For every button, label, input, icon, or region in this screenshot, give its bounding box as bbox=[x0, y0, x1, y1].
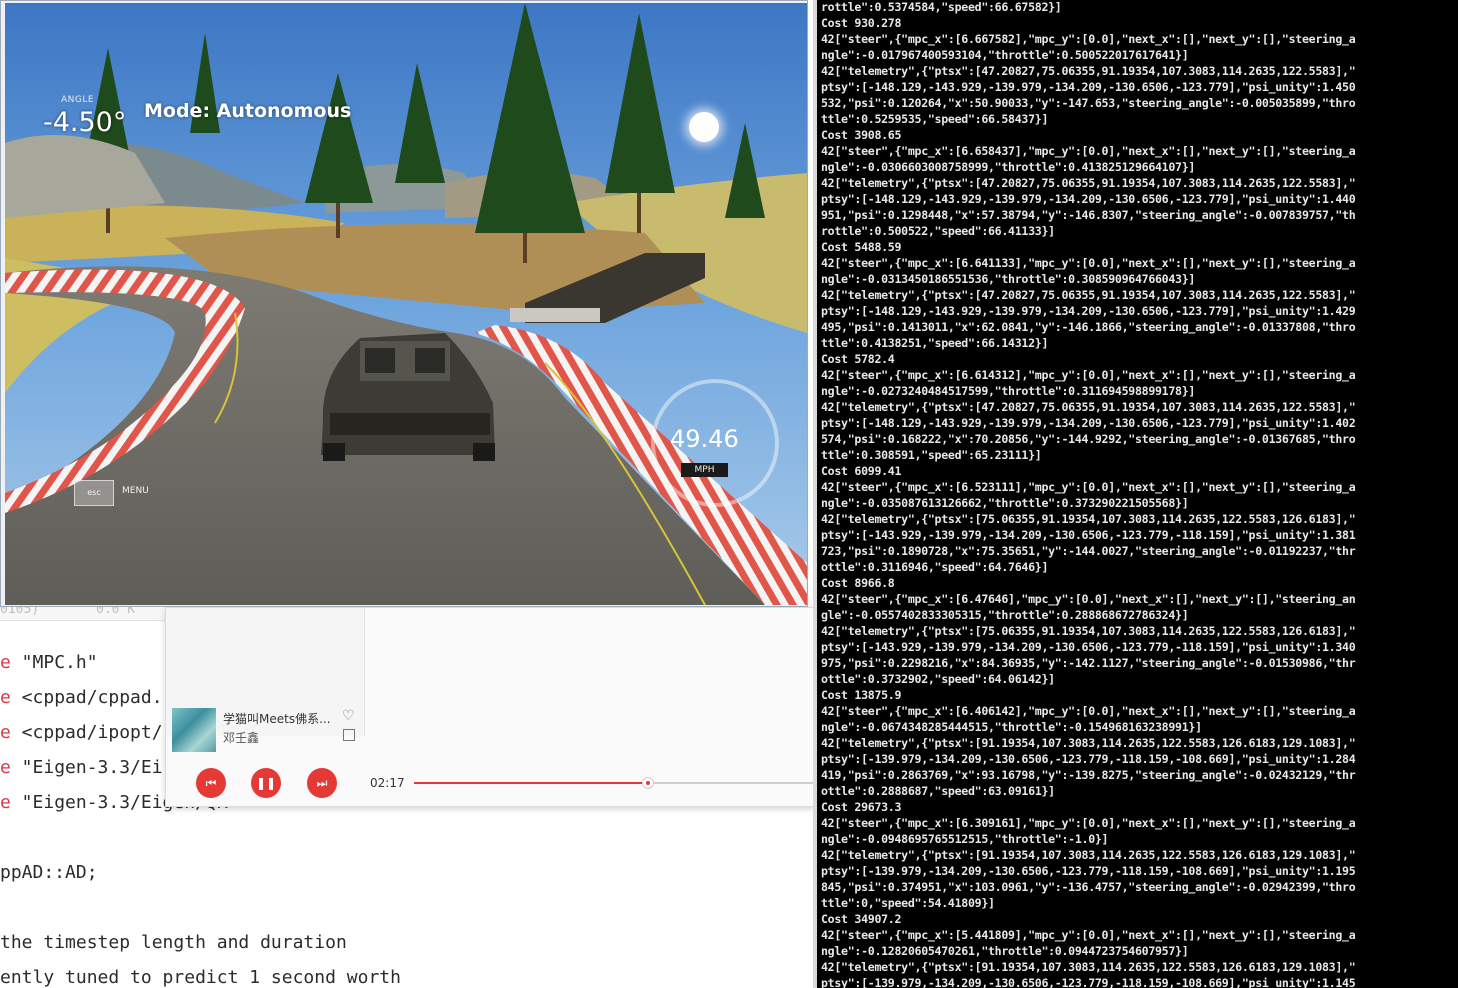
code-text: ppAD::AD; bbox=[0, 862, 98, 883]
progress-bar[interactable] bbox=[414, 777, 813, 789]
progress-fill bbox=[414, 782, 648, 784]
simulator-scene bbox=[5, 3, 807, 605]
previous-icon: ⏮ bbox=[205, 776, 217, 790]
speed-readout: 49.46 bbox=[670, 425, 739, 453]
now-playing-track[interactable]: 学猫叫Meets佛系... 邓壬鑫 ♡ bbox=[166, 700, 364, 752]
code-line[interactable]: e "MPC.h" bbox=[0, 648, 98, 678]
code-keyword: e bbox=[0, 722, 11, 743]
elapsed-time: 02:17 bbox=[370, 776, 405, 790]
code-line[interactable]: ppAD::AD; bbox=[0, 858, 98, 888]
artist-name[interactable]: 邓壬鑫 bbox=[223, 729, 259, 746]
steering-angle: -4.50° bbox=[43, 107, 127, 138]
speed-unit: MPH bbox=[681, 463, 728, 477]
code-keyword: e bbox=[0, 792, 11, 813]
code-text: the timestep length and duration bbox=[0, 932, 347, 953]
simulator-window[interactable]: ANGLE -4.50° Mode: Autonomous 49.46 MPH … bbox=[0, 0, 808, 607]
terminal-scroll-marker bbox=[813, 140, 817, 188]
album-cover[interactable] bbox=[172, 708, 216, 752]
code-text: <cppad/cppad. bbox=[10, 687, 163, 708]
terminal-scroll-marker-2 bbox=[813, 255, 817, 269]
playback-controls: ⏮ ❚❚ ⏭ 02:17 bbox=[166, 754, 813, 806]
code-line[interactable]: e <cppad/cppad. bbox=[0, 683, 163, 713]
code-line[interactable]: the timestep length and duration bbox=[0, 928, 347, 958]
share-icon[interactable] bbox=[343, 729, 355, 741]
menu-label[interactable]: MENU bbox=[122, 486, 149, 496]
code-keyword: e bbox=[0, 687, 11, 708]
code-line[interactable]: e "Eigen-3.3/Ei bbox=[0, 753, 163, 783]
progress-knob[interactable] bbox=[642, 777, 655, 789]
next-button[interactable]: ⏭ bbox=[307, 768, 337, 798]
pause-icon: ❚❚ bbox=[255, 776, 277, 790]
pause-button[interactable]: ❚❚ bbox=[251, 768, 281, 798]
code-keyword: e bbox=[0, 757, 11, 778]
previous-button[interactable]: ⏮ bbox=[196, 768, 226, 798]
esc-button[interactable]: esc bbox=[74, 480, 114, 506]
terminal-window[interactable]: rottle":0.5374584,"speed":66.67582}] Cos… bbox=[813, 0, 1458, 988]
code-text: ently tuned to predict 1 second worth bbox=[0, 967, 401, 988]
next-icon: ⏭ bbox=[316, 776, 328, 790]
code-line[interactable]: e <cppad/ipopt/ bbox=[0, 718, 163, 748]
code-text: <cppad/ipopt/ bbox=[10, 722, 163, 743]
angle-label: ANGLE bbox=[61, 95, 95, 105]
heart-icon[interactable]: ♡ bbox=[342, 708, 355, 724]
song-title[interactable]: 学猫叫Meets佛系... bbox=[223, 710, 335, 727]
sun bbox=[689, 112, 719, 142]
mode-label: Mode: Autonomous bbox=[144, 100, 352, 122]
code-line[interactable]: ently tuned to predict 1 second worth bbox=[0, 963, 401, 988]
code-text: "Eigen-3.3/Ei bbox=[10, 757, 163, 778]
terminal-output[interactable]: rottle":0.5374584,"speed":66.67582}] Cos… bbox=[821, 0, 1458, 988]
music-player-window[interactable]: 学猫叫Meets佛系... 邓壬鑫 ♡ ⏮ ❚❚ ⏭ 02:17 bbox=[165, 607, 814, 807]
code-text: "MPC.h" bbox=[10, 652, 98, 673]
code-keyword: e bbox=[0, 652, 11, 673]
